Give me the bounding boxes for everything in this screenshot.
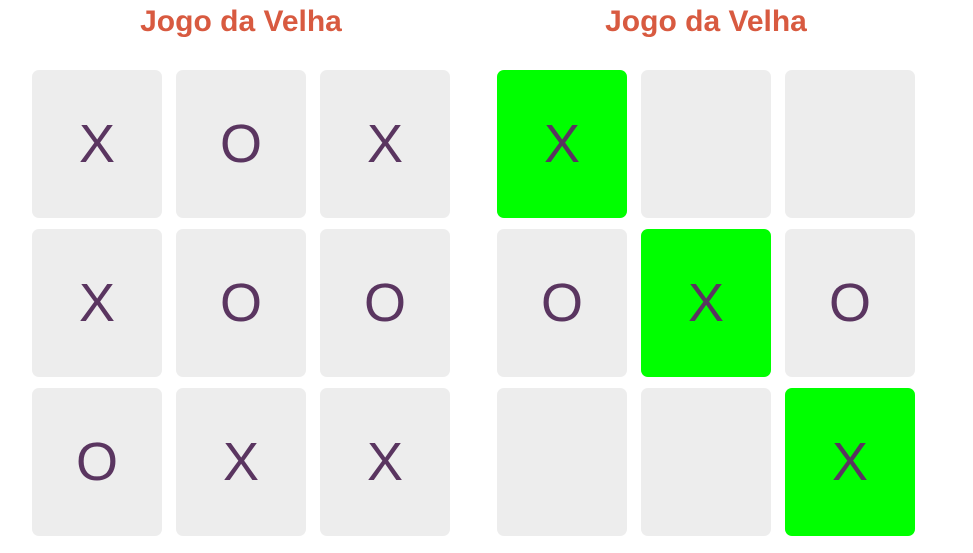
board-cell-5[interactable]: O xyxy=(785,229,915,377)
board-cell-0[interactable]: X xyxy=(497,70,627,218)
game-title: Jogo da Velha xyxy=(140,5,342,38)
board-cell-7[interactable] xyxy=(641,388,771,536)
board-cell-6[interactable] xyxy=(497,388,627,536)
board-cell-8[interactable]: X xyxy=(320,388,450,536)
board-cell-7[interactable]: X xyxy=(176,388,306,536)
board-cell-4[interactable]: O xyxy=(176,229,306,377)
board-cell-6[interactable]: O xyxy=(32,388,162,536)
board-cell-3[interactable]: X xyxy=(32,229,162,377)
board-grid: XOXXOOOXX xyxy=(32,70,450,536)
board-cell-1[interactable]: O xyxy=(176,70,306,218)
board-cell-3[interactable]: O xyxy=(497,229,627,377)
board-cell-2[interactable]: X xyxy=(320,70,450,218)
board-cell-2[interactable] xyxy=(785,70,915,218)
board-grid: XOXOX xyxy=(497,70,915,536)
board-cell-4[interactable]: X xyxy=(641,229,771,377)
game-title: Jogo da Velha xyxy=(605,5,807,38)
board-cell-8[interactable]: X xyxy=(785,388,915,536)
board-cell-1[interactable] xyxy=(641,70,771,218)
board-cell-0[interactable]: X xyxy=(32,70,162,218)
board-cell-5[interactable]: O xyxy=(320,229,450,377)
